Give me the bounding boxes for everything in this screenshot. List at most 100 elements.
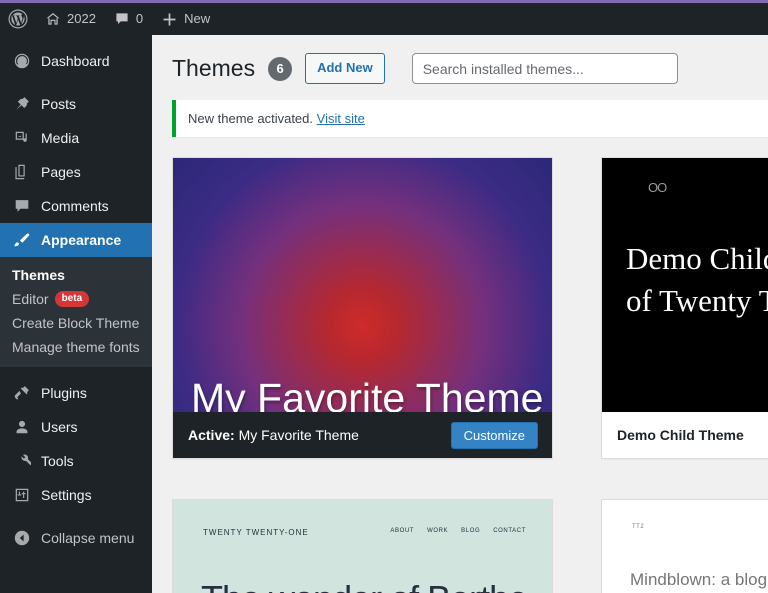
adminbar-site-label: 2022 — [67, 3, 96, 35]
themes-grid: My Favorite Theme Active: My Favorite Th… — [172, 157, 768, 593]
sidebar-item-pages[interactable]: Pages — [0, 155, 152, 189]
sidebar-item-label: Comments — [41, 198, 109, 214]
screenshot-nav-item: BLOG — [461, 528, 480, 534]
posts-pin-icon — [12, 94, 32, 114]
submenu-item-label: Manage theme fonts — [12, 339, 140, 355]
sidebar-item-label: Dashboard — [41, 53, 110, 69]
sidebar-item-appearance[interactable]: Appearance — [0, 223, 152, 257]
sidebar-item-dashboard[interactable]: Dashboard — [0, 44, 152, 78]
sidebar-item-posts[interactable]: Posts — [0, 87, 152, 121]
submenu-item-label: Editor — [12, 291, 49, 307]
adminbar-site-name[interactable]: 2022 — [36, 3, 105, 35]
adminbar-comments[interactable]: 0 — [105, 3, 152, 35]
collapse-arrow-icon — [12, 528, 32, 548]
screenshot-brand: TWENTY TWENTY-ONE — [203, 528, 309, 537]
sidebar-item-label: Users — [41, 419, 78, 435]
theme-card-footer: Active: My Favorite Theme Customize — [173, 412, 552, 458]
theme-card-twenty-twenty-two[interactable]: TT2 Mindblown: a blog about philosophy. … — [601, 499, 768, 593]
theme-screenshot[interactable]: My Favorite Theme — [173, 158, 552, 412]
wordpress-logo-icon — [8, 9, 28, 29]
submenu-item-manage-theme-fonts[interactable]: Manage theme fonts — [0, 335, 152, 359]
theme-card-footer: Demo Child Theme — [602, 412, 768, 458]
admin-bar: 2022 0 New — [0, 3, 768, 35]
settings-icon — [12, 485, 32, 505]
screenshot-heading-line1: Demo Child Theme — [626, 238, 768, 280]
dashboard-icon — [12, 51, 32, 71]
adminbar-wordpress-logo[interactable] — [0, 3, 36, 35]
sidebar-item-label: Media — [41, 130, 79, 146]
submenu-item-themes[interactable]: Themes — [0, 263, 152, 287]
theme-card-demo-child-theme[interactable]: OO Demo Child Theme of Twenty Twelve Dem… — [601, 157, 768, 459]
sidebar-item-users[interactable]: Users — [0, 410, 152, 444]
appearance-brush-icon — [12, 230, 32, 250]
screenshot-brand: TT2 — [632, 524, 644, 530]
beta-badge: beta — [55, 291, 90, 307]
submenu-item-editor[interactable]: Editor beta — [0, 287, 152, 311]
comments-icon — [12, 196, 32, 216]
theme-screenshot-white: TT2 Mindblown: a blog about philosophy. — [602, 500, 768, 593]
viewport-top-rule — [0, 0, 768, 3]
active-theme-name: My Favorite Theme — [239, 427, 359, 443]
appearance-submenu: Themes Editor beta Create Block Theme Ma… — [0, 257, 152, 367]
customize-button[interactable]: Customize — [451, 422, 538, 449]
sidebar-collapse-label: Collapse menu — [41, 530, 134, 546]
browser-viewport: 2022 0 New D — [0, 0, 768, 593]
screenshot-heading: The wonder of Berthe — [201, 578, 527, 593]
theme-screenshot[interactable]: OO Demo Child Theme of Twenty Twelve — [602, 158, 768, 412]
theme-screenshot-mint: TWENTY TWENTY-ONE ABOUT WORK BLOG CONTAC… — [173, 500, 552, 593]
theme-screenshot[interactable]: TT2 Mindblown: a blog about philosophy. — [602, 500, 768, 593]
submenu-item-label: Themes — [12, 267, 65, 283]
theme-screenshot-black: OO Demo Child Theme of Twenty Twelve — [602, 158, 768, 412]
sidebar-item-label: Posts — [41, 96, 76, 112]
theme-name: Active: My Favorite Theme — [188, 427, 359, 443]
sidebar-item-comments[interactable]: Comments — [0, 189, 152, 223]
adminbar-new-content[interactable]: New — [152, 3, 219, 35]
submenu-item-label: Create Block Theme — [12, 315, 139, 331]
theme-activated-notice: New theme activated. Visit site — [172, 100, 768, 137]
screenshot-nav: ABOUT WORK BLOG CONTACT — [390, 528, 526, 534]
screenshot-nav-item: ABOUT — [390, 528, 414, 534]
plugins-icon — [12, 383, 32, 403]
page-title: Themes — [172, 54, 255, 84]
adminbar-new-label: New — [184, 3, 210, 35]
theme-screenshot[interactable]: TWENTY TWENTY-ONE ABOUT WORK BLOG CONTAC… — [173, 500, 552, 593]
admin-sidebar-menu: Dashboard Posts Media — [0, 35, 152, 593]
theme-screenshot-gradient: My Favorite Theme — [173, 158, 552, 412]
sidebar-collapse-menu[interactable]: Collapse menu — [0, 521, 152, 555]
sidebar-item-settings[interactable]: Settings — [0, 478, 152, 512]
screenshot-title: My Favorite Theme — [191, 375, 543, 412]
sidebar-item-label: Settings — [41, 487, 92, 503]
submenu-item-create-block-theme[interactable]: Create Block Theme — [0, 311, 152, 335]
active-label: Active: — [188, 427, 235, 443]
sidebar-item-label: Plugins — [41, 385, 87, 401]
screenshot-heading-line2: of Twenty Twelve — [626, 280, 768, 322]
sidebar-item-media[interactable]: Media — [0, 121, 152, 155]
screenshot-nav-item: CONTACT — [493, 528, 526, 534]
search-themes-input[interactable] — [412, 53, 678, 84]
glasses-logo-icon: OO — [648, 180, 666, 195]
comment-icon — [114, 11, 130, 27]
visit-site-link[interactable]: Visit site — [317, 111, 365, 126]
screenshot-heading: Mindblown: a blog about philosophy. — [630, 570, 768, 590]
sidebar-item-label: Pages — [41, 164, 81, 180]
theme-count-badge: 6 — [268, 57, 292, 81]
theme-name: Demo Child Theme — [617, 427, 744, 443]
sidebar-item-plugins[interactable]: Plugins — [0, 376, 152, 410]
add-new-theme-button[interactable]: Add New — [305, 53, 385, 83]
theme-card-my-favorite-theme[interactable]: My Favorite Theme Active: My Favorite Th… — [172, 157, 553, 459]
adminbar-comment-count: 0 — [136, 3, 143, 35]
tools-wrench-icon — [12, 451, 32, 471]
screenshot-nav-item: WORK — [427, 528, 448, 534]
sidebar-item-label: Appearance — [41, 232, 121, 248]
page-header: Themes 6 Add New — [152, 35, 768, 94]
pages-icon — [12, 162, 32, 182]
notice-text: New theme activated. — [188, 111, 313, 126]
theme-card-twenty-twenty-one[interactable]: TWENTY TWENTY-ONE ABOUT WORK BLOG CONTAC… — [172, 499, 553, 593]
sidebar-item-label: Tools — [41, 453, 74, 469]
home-icon — [45, 11, 61, 27]
screenshot-heading: Demo Child Theme of Twenty Twelve — [626, 238, 768, 322]
plus-icon — [161, 11, 178, 28]
media-icon — [12, 128, 32, 148]
sidebar-item-tools[interactable]: Tools — [0, 444, 152, 478]
themes-page-content: Themes 6 Add New New theme activated. Vi… — [152, 35, 768, 593]
